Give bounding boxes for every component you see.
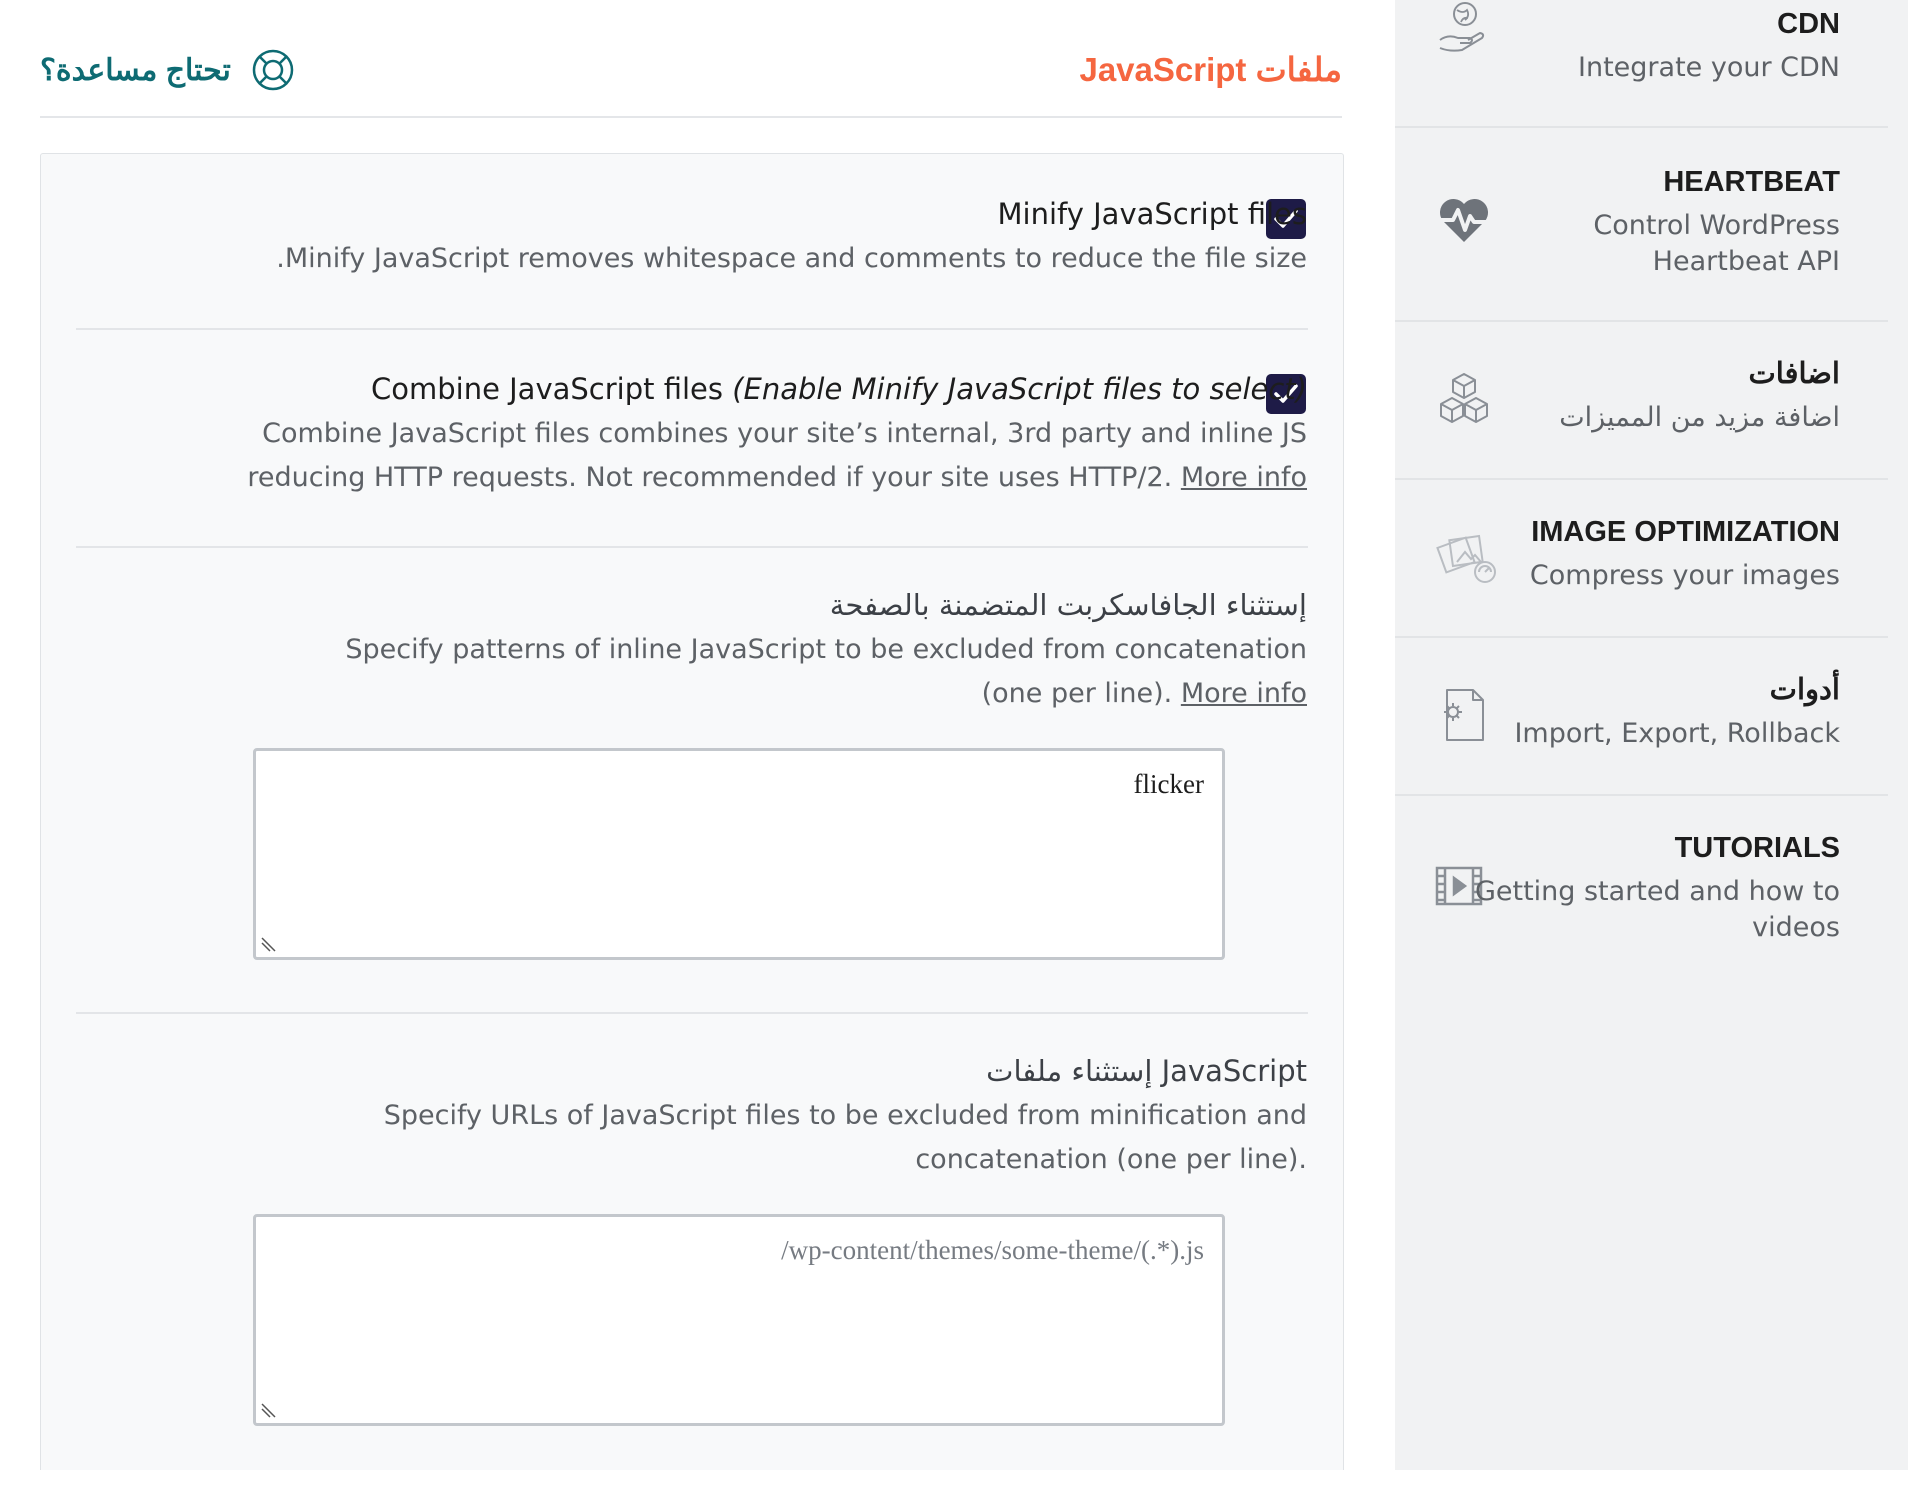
minify-js-option: Minify JavaScript files .Minify JavaScri… [207,197,1307,281]
resize-grip-icon[interactable] [260,937,276,953]
inline-js-exclude-value: flicker [1133,769,1204,799]
divider [76,328,1308,330]
sidebar-item-description: اضافة مزيد من المميزات [1559,402,1840,433]
sidebar-item-tools[interactable]: أدوات Import, Export, Rollback [1395,636,1888,796]
sidebar-item-description: Control WordPress Heartbeat API [1593,210,1840,277]
js-options-panel: Minify JavaScript files .Minify JavaScri… [40,153,1344,1470]
sidebar-item-heartbeat[interactable]: HEARTBEAT Control WordPress Heartbeat AP… [1395,126,1888,322]
sidebar-item-title: IMAGE OPTIMIZATION [1531,516,1840,548]
resize-grip-icon[interactable] [260,1403,276,1419]
sidebar-item-description: Integrate your CDN [1578,52,1840,83]
inline-js-exclude-description: Specify patterns of inline JavaScript to… [307,628,1307,716]
sidebar-item-description: Getting started and how to videos [1474,876,1840,943]
sidebar-item-tutorials[interactable]: TUTORIALS Getting started and how to vid… [1395,794,1888,964]
js-files-exclude-textarea[interactable]: /wp-content/themes/some-theme/(.*).js [253,1214,1225,1426]
sidebar-item-image-optimization[interactable]: IMAGE OPTIMIZATION Compress your images [1395,478,1888,638]
sidebar-item-addons[interactable]: اضافات اضافة مزيد من المميزات [1395,320,1888,480]
inline-more-info-link[interactable]: More info [1181,678,1307,709]
lifebuoy-icon [252,49,294,91]
help-link[interactable]: تحتاج مساعدة؟ [40,48,295,92]
divider [76,546,1308,548]
inline-js-exclude-textarea[interactable]: flicker [253,748,1225,960]
page-title: ملفات JavaScript [1079,51,1342,88]
settings-sidebar: CDN Integrate your CDN HEARTBEAT Control… [1395,0,1908,1470]
sidebar-item-title: أدوات [1769,674,1840,706]
combine-js-title-text: Combine JavaScript files [370,372,723,406]
sidebar-item-title: CDN [1777,8,1840,40]
sidebar-item-title: TUTORIALS [1674,832,1840,864]
inline-js-exclude-title: إستثناء الجافاسكربت المتضمنة بالصفحة [829,588,1307,622]
js-files-exclude-description: Specify URLs of JavaScript files to be e… [383,1100,1307,1175]
sidebar-item-description: Compress your images [1529,560,1840,591]
combine-js-option: Combine JavaScript files (Enable Minify … [167,372,1307,500]
combine-js-description: Combine JavaScript files combines your s… [167,412,1307,500]
combine-more-info-link[interactable]: More info [1181,462,1307,493]
divider [76,1012,1308,1014]
combine-js-title: Combine JavaScript files (Enable Minify … [167,372,1307,406]
settings-main: ملفات JavaScript تحتاج مساعدة؟ Minify Ja… [0,0,1395,1470]
heartbeat-icon [1439,198,1489,242]
help-label: تحتاج مساعدة؟ [40,53,231,87]
inline-js-exclude-description-text: Specify patterns of inline JavaScript to… [345,634,1307,709]
combine-js-title-note: (Enable Minify JavaScript files to selec… [732,372,1307,406]
minify-js-title: Minify JavaScript files [997,197,1307,231]
sidebar-item-description: Import, Export, Rollback [1514,718,1840,749]
sidebar-item-title: اضافات [1748,358,1840,390]
js-files-exclude-option: إستثناء ملفات JavaScript Specify URLs of… [307,1054,1307,1182]
section-header: ملفات JavaScript تحتاج مساعدة؟ [40,38,1342,118]
combine-js-description-text: Combine JavaScript files combines your s… [247,418,1307,493]
sidebar-item-cdn[interactable]: CDN Integrate your CDN [1395,0,1888,128]
inline-js-exclude-option: إستثناء الجافاسكربت المتضمنة بالصفحة Spe… [307,588,1307,716]
sidebar-item-title: HEARTBEAT [1663,166,1840,198]
minify-js-description: .Minify JavaScript removes whitespace an… [276,243,1307,274]
js-files-exclude-title: إستثناء ملفات JavaScript [986,1054,1307,1088]
js-files-exclude-placeholder: /wp-content/themes/some-theme/(.*).js [781,1235,1204,1265]
